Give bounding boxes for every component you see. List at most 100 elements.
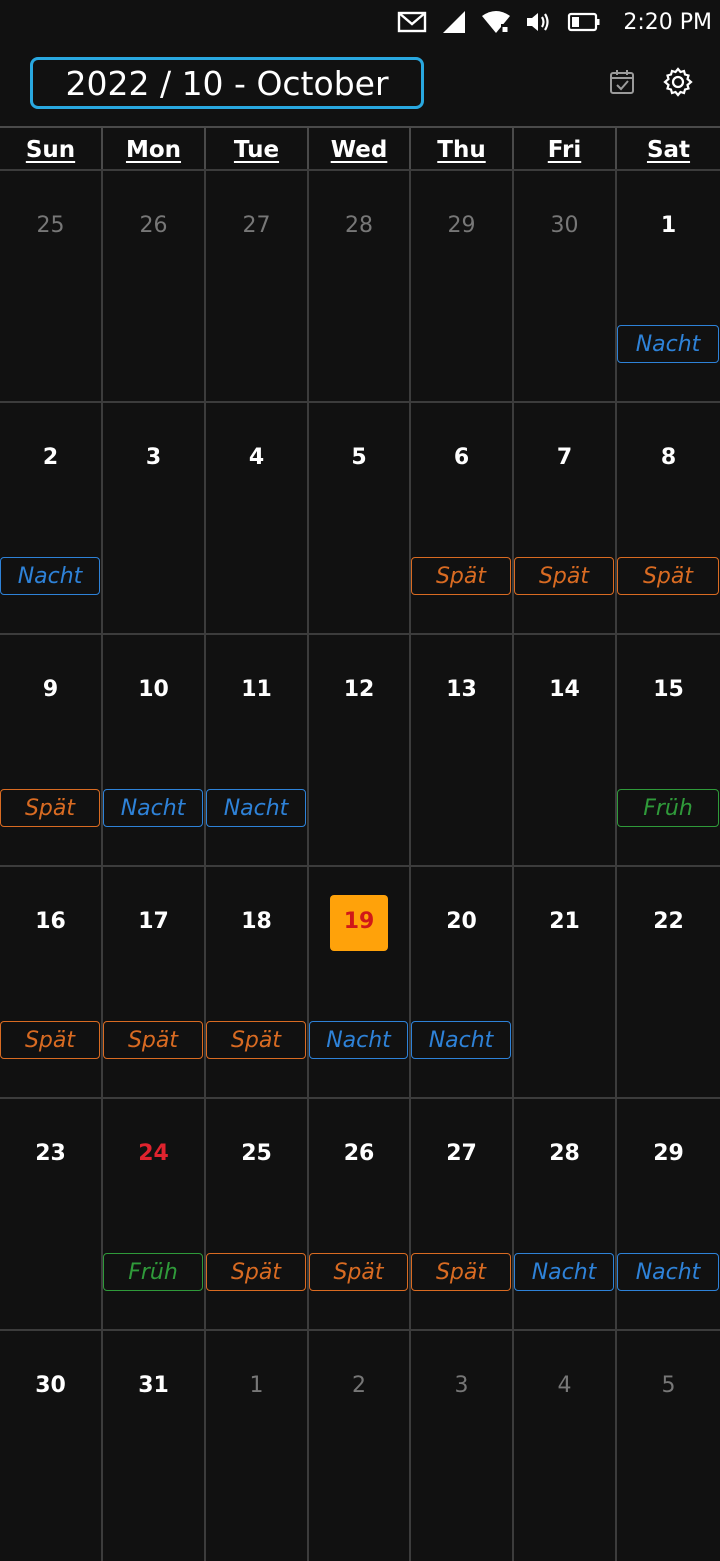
day-cell[interactable]: 27 Spät bbox=[411, 1097, 514, 1329]
day-number: 17 bbox=[138, 909, 169, 934]
day-cell[interactable]: 24 Früh bbox=[103, 1097, 206, 1329]
day-cell[interactable]: 28 Nacht bbox=[514, 1097, 617, 1329]
shift-badge-spaet[interactable]: Spät bbox=[0, 789, 100, 827]
mail-icon bbox=[397, 11, 427, 33]
day-number: 15 bbox=[653, 677, 684, 702]
day-cell[interactable]: 13 bbox=[411, 633, 514, 865]
day-cell[interactable]: 14 bbox=[514, 633, 617, 865]
day-number: 27 bbox=[242, 213, 271, 238]
weekday-sun: Sun bbox=[0, 128, 103, 171]
day-number: 14 bbox=[549, 677, 580, 702]
day-cell[interactable]: 5 bbox=[617, 1329, 720, 1561]
day-cell[interactable]: 12 bbox=[309, 633, 411, 865]
day-number: 11 bbox=[241, 677, 272, 702]
day-cell[interactable]: 25 bbox=[0, 169, 103, 401]
weekday-fri: Fri bbox=[514, 128, 617, 171]
day-cell[interactable]: 30 bbox=[0, 1329, 103, 1561]
day-cell[interactable]: 3 bbox=[411, 1329, 514, 1561]
day-number: 4 bbox=[557, 1373, 572, 1398]
day-cell[interactable]: 28 bbox=[309, 169, 411, 401]
day-cell[interactable]: 16 Spät bbox=[0, 865, 103, 1097]
day-number: 7 bbox=[556, 445, 573, 470]
day-cell[interactable]: 29 bbox=[411, 169, 514, 401]
day-cell[interactable]: 20 Nacht bbox=[411, 865, 514, 1097]
day-cell[interactable]: 1 Nacht bbox=[617, 169, 720, 401]
day-number: 29 bbox=[653, 1141, 684, 1166]
day-cell[interactable]: 27 bbox=[206, 169, 309, 401]
day-number: 8 bbox=[660, 445, 677, 470]
day-cell[interactable]: 18 Spät bbox=[206, 865, 309, 1097]
weekday-sat: Sat bbox=[646, 136, 691, 163]
shift-badge-nacht[interactable]: Nacht bbox=[411, 1021, 511, 1059]
day-number: 22 bbox=[653, 909, 684, 934]
today-button[interactable] bbox=[606, 68, 638, 100]
settings-button[interactable] bbox=[662, 67, 694, 100]
day-number: 9 bbox=[42, 677, 59, 702]
wifi-icon bbox=[481, 10, 511, 34]
day-number: 27 bbox=[446, 1141, 477, 1166]
day-number: 31 bbox=[138, 1373, 169, 1398]
day-cell[interactable]: 8 Spät bbox=[617, 401, 720, 633]
day-number: 16 bbox=[35, 909, 66, 934]
day-cell[interactable]: 9 Spät bbox=[0, 633, 103, 865]
weekday-header-row: Sun Mon Tue Wed Thu Fri Sat bbox=[0, 126, 720, 171]
day-cell[interactable]: 3 bbox=[103, 401, 206, 633]
shift-badge-spaet[interactable]: Spät bbox=[514, 557, 614, 595]
day-cell[interactable]: 29 Nacht bbox=[617, 1097, 720, 1329]
month-calendar: Sun Mon Tue Wed Thu Fri Sat 25 26 27 28 29 30 1 Nacht… bbox=[0, 126, 720, 1561]
shift-badge-spaet[interactable]: Spät bbox=[103, 1021, 203, 1059]
day-cell[interactable]: 22 bbox=[617, 865, 720, 1097]
day-number: 23 bbox=[35, 1141, 66, 1166]
day-cell[interactable]: 23 bbox=[0, 1097, 103, 1329]
day-cell[interactable]: 19 Nacht bbox=[309, 865, 411, 1097]
day-cell[interactable]: 7 Spät bbox=[514, 401, 617, 633]
volume-icon bbox=[525, 10, 553, 34]
day-number: 2 bbox=[352, 1373, 366, 1398]
day-cell[interactable]: 21 bbox=[514, 865, 617, 1097]
day-cell[interactable]: 1 bbox=[206, 1329, 309, 1561]
shift-badge-spaet[interactable]: Spät bbox=[0, 1021, 100, 1059]
shift-badge-nacht[interactable]: Nacht bbox=[206, 789, 306, 827]
day-cell[interactable]: 26 bbox=[103, 169, 206, 401]
shift-badge-nacht[interactable]: Nacht bbox=[0, 557, 100, 595]
weekday-thu: Thu bbox=[411, 128, 514, 171]
day-cell[interactable]: 15 Früh bbox=[617, 633, 720, 865]
day-number: 20 bbox=[446, 909, 477, 934]
signal-icon bbox=[441, 9, 467, 35]
day-cell[interactable]: 4 bbox=[206, 401, 309, 633]
shift-badge-spaet[interactable]: Spät bbox=[411, 557, 511, 595]
day-cell[interactable]: 31 bbox=[103, 1329, 206, 1561]
shift-badge-frueh[interactable]: Früh bbox=[617, 789, 719, 827]
day-cell[interactable]: 6 Spät bbox=[411, 401, 514, 633]
day-number: 25 bbox=[36, 213, 65, 238]
day-cell[interactable]: 2 bbox=[309, 1329, 411, 1561]
shift-badge-nacht[interactable]: Nacht bbox=[103, 789, 203, 827]
shift-badge-spaet[interactable]: Spät bbox=[206, 1021, 306, 1059]
weekday-wed: Wed bbox=[309, 128, 411, 171]
day-number: 2 bbox=[42, 445, 59, 470]
day-cell[interactable]: 5 bbox=[309, 401, 411, 633]
shift-badge-nacht[interactable]: Nacht bbox=[309, 1021, 408, 1059]
shift-badge-spaet[interactable]: Spät bbox=[411, 1253, 511, 1291]
day-cell[interactable]: 30 bbox=[514, 169, 617, 401]
shift-badge-spaet[interactable]: Spät bbox=[617, 557, 719, 595]
day-cell[interactable]: 2 Nacht bbox=[0, 401, 103, 633]
shift-badge-spaet[interactable]: Spät bbox=[309, 1253, 408, 1291]
day-cell[interactable]: 26 Spät bbox=[309, 1097, 411, 1329]
shift-badge-nacht[interactable]: Nacht bbox=[617, 325, 719, 363]
calendar-check-icon bbox=[608, 68, 636, 100]
day-number: 26 bbox=[139, 213, 168, 238]
day-cell[interactable]: 10 Nacht bbox=[103, 633, 206, 865]
day-cell[interactable]: 17 Spät bbox=[103, 865, 206, 1097]
day-cell[interactable]: 11 Nacht bbox=[206, 633, 309, 865]
shift-badge-nacht[interactable]: Nacht bbox=[617, 1253, 719, 1291]
shift-badge-spaet[interactable]: Spät bbox=[206, 1253, 306, 1291]
day-cell[interactable]: 4 bbox=[514, 1329, 617, 1561]
shift-badge-frueh[interactable]: Früh bbox=[103, 1253, 203, 1291]
status-time: 2:20 PM bbox=[623, 9, 712, 35]
shift-badge-nacht[interactable]: Nacht bbox=[514, 1253, 614, 1291]
day-number: 12 bbox=[343, 677, 375, 702]
day-number: 5 bbox=[351, 445, 367, 470]
month-selector[interactable]: 2022 / 10 - October bbox=[30, 57, 424, 109]
day-cell[interactable]: 25 Spät bbox=[206, 1097, 309, 1329]
